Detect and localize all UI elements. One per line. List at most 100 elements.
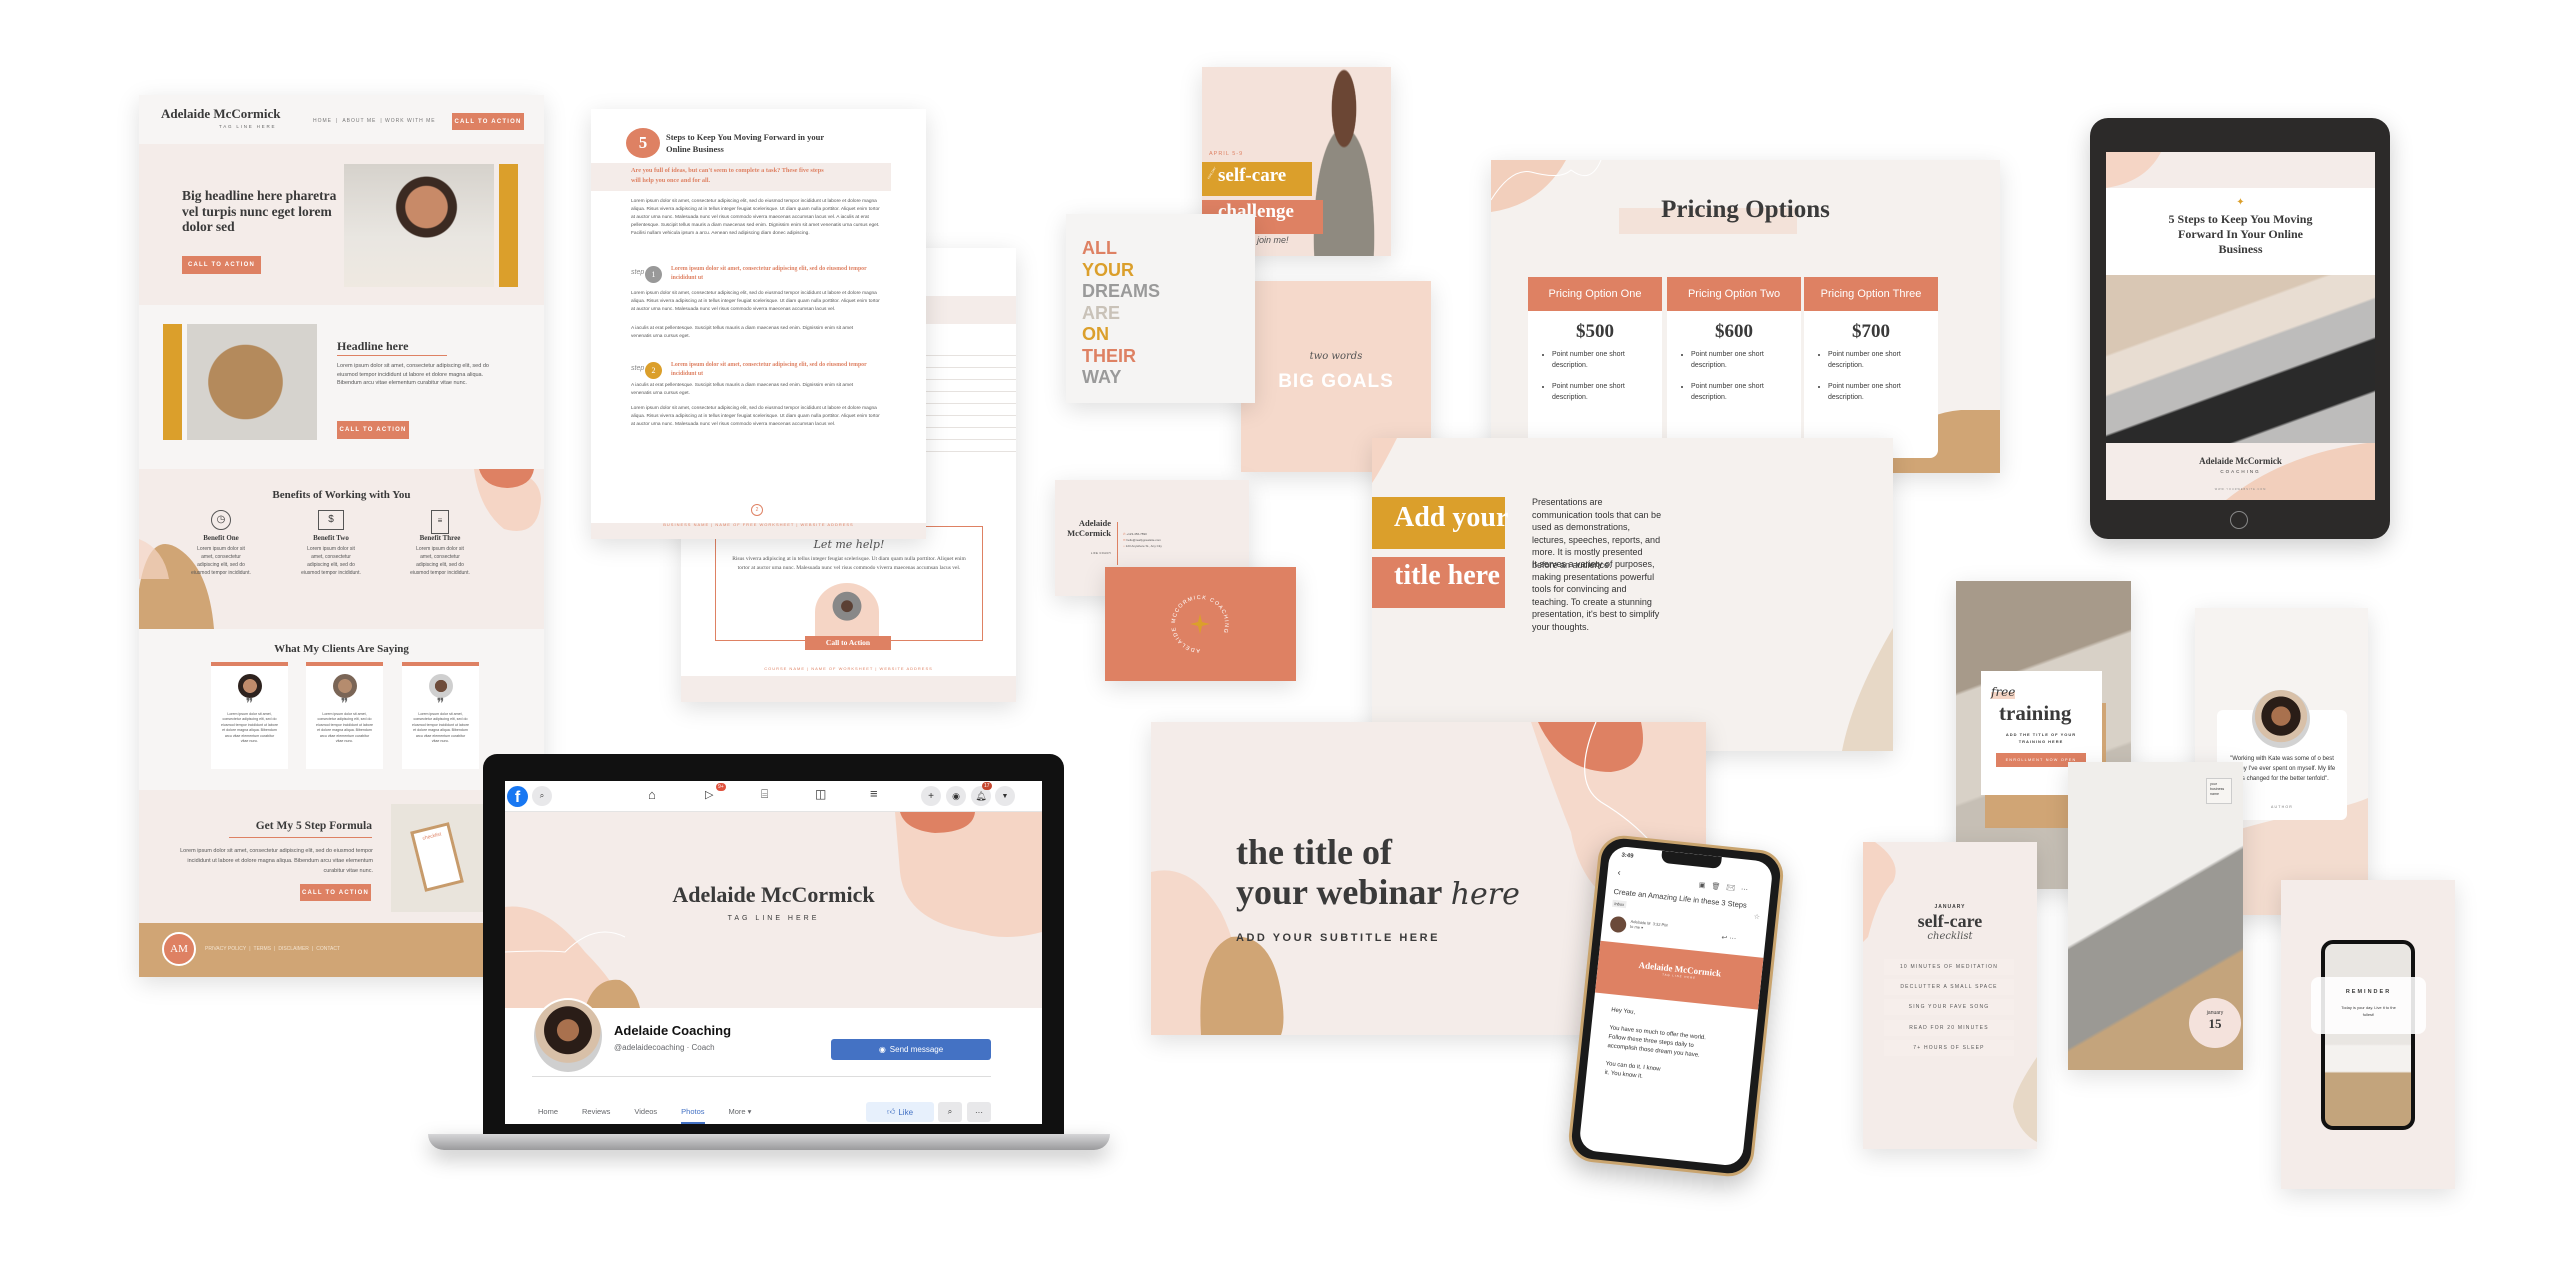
back-icon[interactable]: ‹ [1617,867,1621,877]
email-closing: You can do it. I know it. You know it. [1604,1060,1661,1080]
plan-name: Pricing Option Three [1804,277,1938,311]
cover-title: Adelaide McCormick [672,882,875,907]
footer-link-contact[interactable]: CONTACT [316,946,340,952]
more-options-button[interactable]: ··· [967,1102,991,1122]
page-search-button[interactable]: ⌕ [938,1102,962,1122]
nav-work-with-me[interactable]: | WORK WITH ME [380,118,435,124]
clock-icon: ◷ [211,510,231,530]
footer-link-privacy[interactable]: PRIVACY POLICY [205,946,246,952]
star-icon[interactable]: ☆ [1753,913,1760,922]
footer-band [681,676,1016,702]
facebook-logo-icon[interactable]: f [507,786,528,807]
footer-link-terms[interactable]: TERMS [254,946,272,952]
training-title: training [1999,701,2072,725]
like-button[interactable]: 👍︎ Like [866,1102,934,1122]
dream-word: YOUR [1082,259,1135,280]
phone-photo [2321,940,2415,1130]
checklist-item[interactable]: 7+ HOURS OF SLEEP [1884,1040,2014,1056]
pricing-card[interactable]: Pricing Option Three $700 Point number one… [1804,277,1938,458]
tab-photos[interactable]: Photos [681,1107,705,1124]
checklist-item[interactable]: READ FOR 20 MINUTES [1884,1020,2014,1036]
money-icon: $ [318,510,344,530]
inbox-badge: Inbox [1612,899,1627,909]
home-icon[interactable]: ⌂ [648,787,656,802]
laptop-photo [2106,275,2375,443]
benefit-title: Benefit Three [419,534,461,542]
benefit-item: ≡ Benefit Three Lorem ipsum dolor sit am… [410,510,470,577]
testimonial-card: ❞ Lorem ipsum dolor sit amet, consectetu… [402,662,479,769]
messenger-icon[interactable]: ◉ [946,786,966,806]
slide-title-line1: Add your [1394,502,1509,533]
search-icon[interactable]: ⌕ [532,786,552,806]
nav-cta-button[interactable]: CALL TO ACTION [452,113,524,130]
document-icon: ≡ [431,510,449,534]
send-message-button[interactable]: ◉ Send message [831,1039,991,1060]
formula-title: Get My 5 Step Formula [229,820,372,838]
client-avatar [237,674,262,698]
tab-reviews[interactable]: Reviews [582,1107,610,1124]
plan-point: Point number one short description. [1828,349,1938,371]
email-actions[interactable]: ▣🗑︎✉︎⋯ [1698,881,1754,895]
worksheet-cta-button[interactable]: Call to Action [805,636,891,650]
watch-icon[interactable]: ▷ [705,788,713,801]
phone-mockup: 3:49 ‹ ▣🗑︎✉︎⋯ Create an Amazing Life in … [1566,833,1786,1179]
testimonial-text: Lorem ipsum dolor sit amet, consectetur … [316,712,373,744]
cover-photo[interactable]: Adelaide McCormick TAG LINE HERE [505,812,1042,1008]
account-dropdown-icon[interactable]: ▼ [995,786,1015,806]
create-icon[interactable]: + [921,786,941,806]
feature-cta-button[interactable]: CALL TO ACTION [337,421,409,439]
testimonial-card: ❞ Lorem ipsum dolor sit amet, consectetu… [211,662,288,769]
dream-word: ARE [1082,302,1121,323]
menu-icon[interactable]: ≡ [870,786,878,801]
worksheet-lines [926,344,1016,454]
tab-home[interactable]: Home [538,1107,558,1124]
hero-section: Big headline here pharetra vel turpis nu… [139,144,544,305]
plan-price: $600 [1715,321,1753,342]
goals-title: BIG GOALS [1278,371,1394,392]
site-brand[interactable]: Adelaide McCormick [161,106,281,122]
formula-cta-button[interactable]: CALL TO ACTION [300,884,371,901]
notifications-badge: 17 [982,782,992,790]
email-greeting: Hey You, [1610,1007,1636,1016]
checklist-item[interactable]: SING YOUR FAVE SONG [1884,999,2014,1015]
tab-videos[interactable]: Videos [634,1107,657,1124]
groups-icon[interactable]: ◫ [815,787,826,801]
profile-picture[interactable] [532,998,604,1074]
footer-link-disclaimer[interactable]: DISCLAIMER [278,946,309,952]
checklist-story: JANUARY self-care checklist 10 MINUTES O… [1863,842,2037,1149]
hero-cta-button[interactable]: CALL TO ACTION [182,256,261,274]
dream-word: ON [1082,324,1109,344]
home-button[interactable] [2230,511,2248,529]
benefit-item: $ Benefit Two Lorem ipsum dolor sit amet… [301,510,361,577]
email-body: Hey You, You have so much to offer the w… [1604,1006,1721,1089]
workbook-page: 5 Steps to Keep You Moving Forward in yo… [591,109,926,539]
plan-point: Point number one short description. [1691,381,1801,403]
footer-separator: | [274,946,276,952]
recipient[interactable]: to me ▾ [1630,924,1644,930]
footer-logo[interactable]: AM [162,932,196,966]
checklist-item[interactable]: 10 MINUTES OF MEDITATION [1884,959,2014,975]
marketplace-icon[interactable]: ⌸ [761,787,768,802]
step-label: step [631,269,645,276]
nav-about[interactable]: ABOUT ME [342,118,376,124]
webinar-title-script: here [1450,877,1520,912]
benefits-section: Benefits of Working with You ◷ Benefit O… [139,469,544,629]
dream-word: WAY [1082,367,1122,387]
step-body: Lorem ipsum dolor sit amet, consectetur … [631,291,880,312]
dream-word: DREAMS [1082,281,1161,301]
checklist-item[interactable]: DECLUTTER A SMALL SPACE [1884,979,2014,995]
webinar-title-line2: your webinar [1236,872,1442,912]
nav-home[interactable]: HOME [313,118,332,124]
benefit-body: Lorem ipsum dolor sit amet, consectetur … [191,546,251,576]
business-name-badge: your business name [2206,778,2232,804]
reply-icon[interactable]: ↩ ⋯ [1721,933,1737,943]
card-name: Adelaide McCormick [1065,518,1111,538]
plan-point: Point number one short description. [1552,381,1662,403]
tab-more[interactable]: More ▾ [729,1107,752,1124]
pricing-card[interactable]: Pricing Option Two $600 Point number one s… [1667,277,1801,458]
card-address: 123 Anywhere St., Any City [1125,544,1162,548]
pricing-card[interactable]: Pricing Option One $500 Point number one s… [1528,277,1662,458]
presentation-slide: Add your title here Presentations are co… [1372,438,1893,751]
date-badge: january 15 [2189,998,2241,1048]
goals-script: two words [1309,351,1363,362]
